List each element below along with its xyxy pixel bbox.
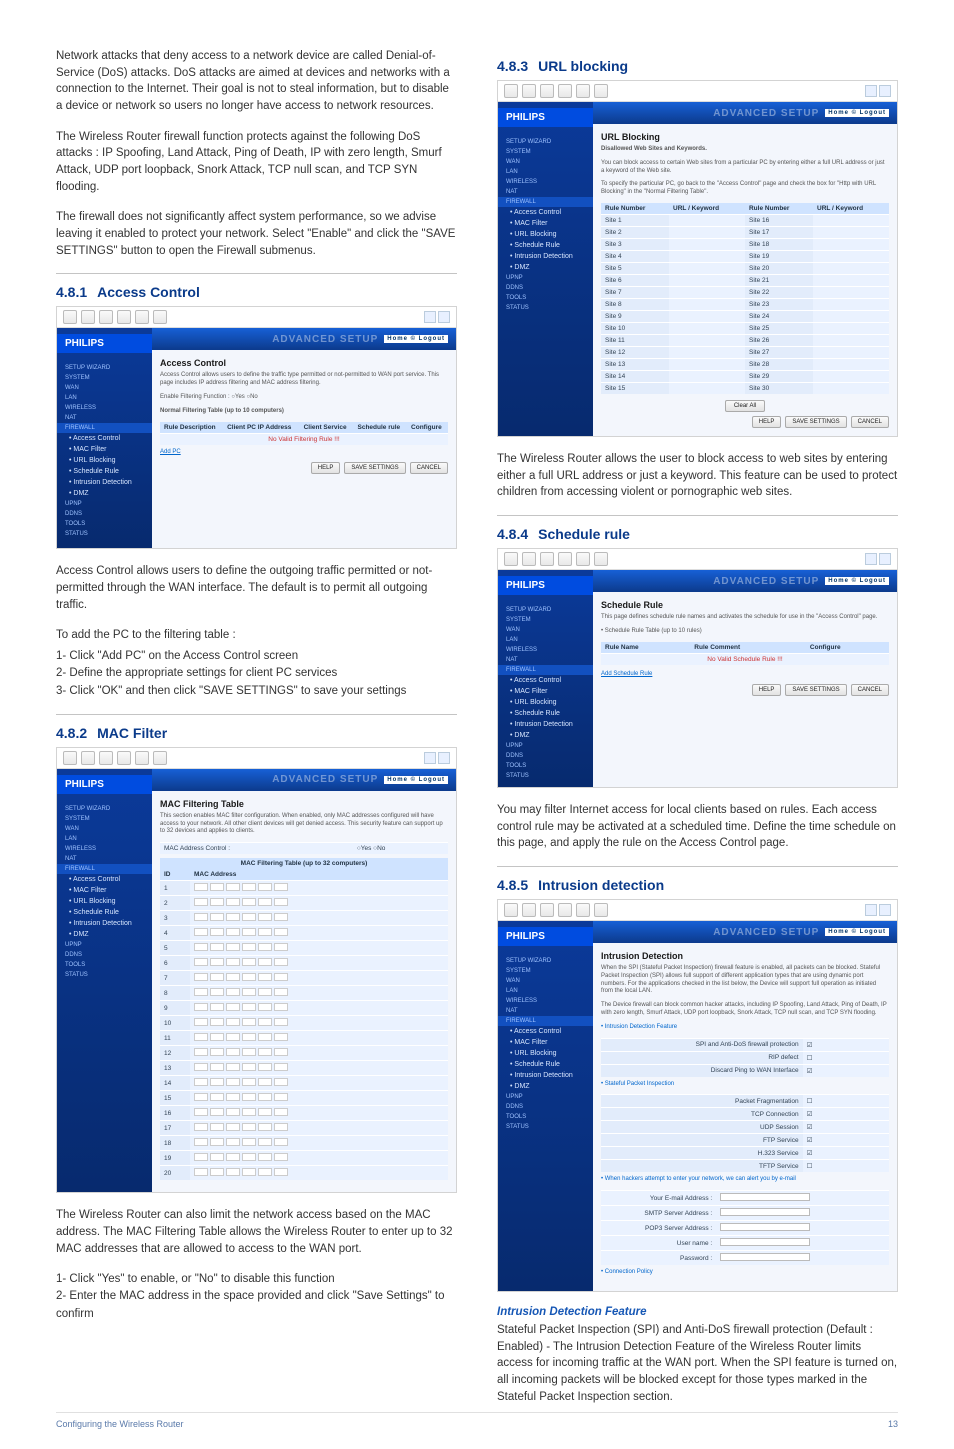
brand-logo: PHILIPS	[57, 334, 152, 353]
browser-refresh-icon[interactable]	[99, 310, 113, 324]
sec483-desc: The Wireless Router allows the user to b…	[497, 451, 898, 501]
screenshot-schedule-rule: PHILIPS SETUP WIZARDSYSTEMWANLANWIRELESS…	[497, 548, 898, 788]
screenshot-mac-filter: PHILIPS SETUP WIZARDSYSTEMWANLANWIRELESS…	[56, 747, 457, 1193]
footer-left: Configuring the Wireless Router	[56, 1419, 184, 1429]
sec485-desc: Stateful Packet Inspection (SPI) and Ant…	[497, 1322, 898, 1405]
add-pc-link[interactable]: Add PC	[160, 449, 181, 455]
section-4-8-2-heading: 4.8.2MAC Filter	[56, 725, 457, 741]
browser-search-icon[interactable]	[135, 310, 149, 324]
cancel-button[interactable]: CANCEL	[410, 462, 448, 474]
panel-title: Access Control	[160, 358, 448, 368]
help-button[interactable]: HELP	[311, 462, 341, 474]
save-settings-button[interactable]: SAVE SETTINGS	[344, 462, 405, 474]
intrusion-subheading: Intrusion Detection Feature	[497, 1306, 898, 1318]
browser-home-icon[interactable]	[117, 310, 131, 324]
intro-paragraph-2: The Wireless Router firewall function pr…	[56, 129, 457, 196]
screenshot-url-blocking: PHILIPS SETUP WIZARDSYSTEMWANLANWIRELESS…	[497, 80, 898, 437]
sec482-desc: The Wireless Router can also limit the n…	[56, 1207, 457, 1257]
section-4-8-1-heading: 4.8.1Access Control	[56, 284, 457, 300]
clear-all-button[interactable]: Clear All	[725, 400, 765, 412]
section-4-8-4-heading: 4.8.4Schedule rule	[497, 526, 898, 542]
section-4-8-3-heading: 4.8.3URL blocking	[497, 58, 898, 74]
add-schedule-rule-link[interactable]: Add Schedule Rule	[601, 671, 652, 677]
screenshot-intrusion-detection: PHILIPS SETUP WIZARDSYSTEMWANLANWIRELESS…	[497, 899, 898, 1292]
sec484-desc: You may filter Internet access for local…	[497, 802, 898, 852]
intro-paragraph-3: The firewall does not significantly affe…	[56, 209, 457, 259]
screenshot-access-control: PHILIPS SETUP WIZARD SYSTEM WAN LAN WIRE…	[56, 306, 457, 549]
sec481-desc: Access Control allows users to define th…	[56, 563, 457, 613]
section-4-8-5-heading: 4.8.5Intrusion detection	[497, 877, 898, 893]
browser-back-icon[interactable]	[63, 310, 77, 324]
browser-fav-icon[interactable]	[153, 310, 167, 324]
intro-paragraph-1: Network attacks that deny access to a ne…	[56, 48, 457, 115]
page-number: 13	[888, 1419, 898, 1429]
router-sidebar: PHILIPS SETUP WIZARD SYSTEM WAN LAN WIRE…	[57, 328, 152, 548]
browser-stop-icon[interactable]	[81, 310, 95, 324]
